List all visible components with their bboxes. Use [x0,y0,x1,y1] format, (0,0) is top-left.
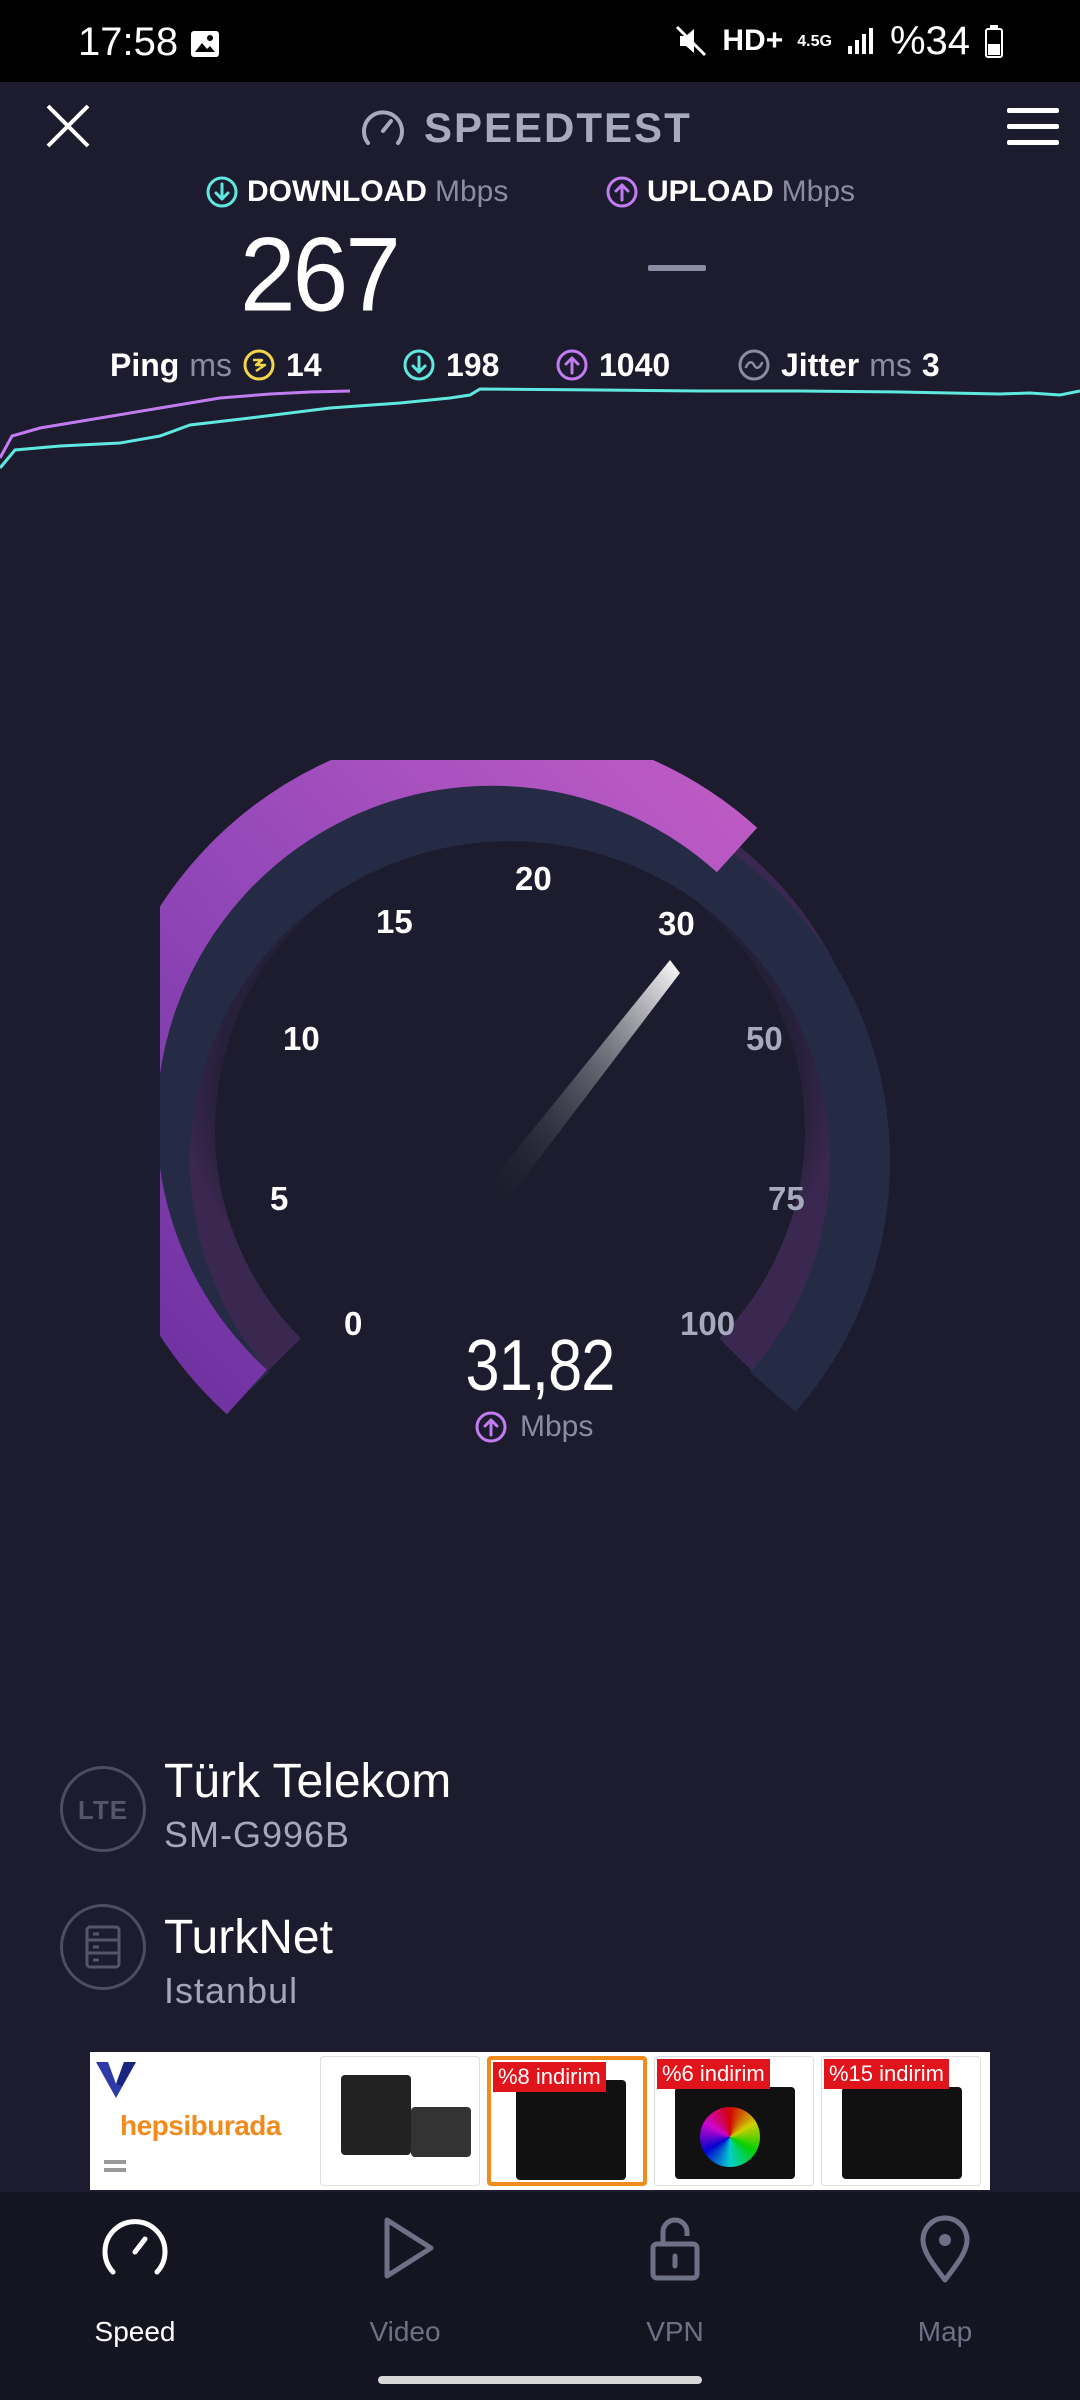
brand-logo-icon [96,2062,136,2098]
ad-menu-icon [104,2160,126,2172]
server-location: Istanbul [164,1970,299,2011]
ad-product-4[interactable]: %15 indirim [821,2056,981,2186]
upload-ping-icon [556,349,588,381]
tick-15: 15 [376,903,413,940]
status-time: 17:58 [78,20,179,64]
nav-map[interactable]: Map [855,2212,1035,2347]
download-graph-line [0,387,1080,469]
ad-product-2-badge: %8 indirim [493,2062,606,2092]
nav-video-label: Video [369,2316,441,2347]
speedometer-icon [102,2219,168,2275]
nav-speed[interactable]: Speed [45,2212,225,2347]
lte-icon: LTE [60,1766,146,1852]
gauge-current-value: 31,82 [465,1326,616,1406]
app-title: SPEEDTEST [424,104,692,151]
upload-arrow-icon [475,1411,507,1443]
download-ping-icon [403,349,435,381]
upload-unit: Mbps [781,175,856,208]
carrier-name: Türk Telekom [164,1755,452,1808]
play-icon [384,2217,434,2279]
ad-product-4-badge: %15 indirim [824,2059,949,2089]
upload-heading: UPLOAD Mbps [605,172,855,212]
bottom-navigation: Speed Video VPN Map [0,2192,1080,2352]
map-pin-icon [920,2215,970,2283]
unlock-icon [650,2217,700,2281]
mute-icon [676,25,707,57]
nav-speed-label: Speed [94,2316,176,2347]
menu-button[interactable] [1005,104,1061,150]
app-header: SPEEDTEST [360,100,692,156]
gauge-unit: Mbps [474,1408,593,1446]
tick-30: 30 [658,905,695,942]
download-arrow-icon [206,176,238,208]
nav-vpn-label: VPN [646,2316,704,2347]
ad-banner[interactable]: hepsiburada %8 indirim %6 indirim %15 in… [90,2052,990,2190]
upload-arrow-icon [606,176,638,208]
server-name[interactable]: TurkNet [164,1910,333,1965]
device-model: SM-G996B [164,1814,351,1855]
ad-product-3[interactable]: %6 indirim [654,2056,814,2186]
tick-100: 100 [680,1305,735,1342]
hd-voice-indicator: HD+ [722,24,784,57]
download-label: DOWNLOAD [247,175,427,208]
upload-label: UPLOAD [647,175,774,208]
jitter-icon [738,349,770,381]
tick-50: 50 [746,1020,783,1057]
close-button[interactable] [38,96,98,156]
tick-75: 75 [768,1180,805,1217]
ad-brand: hepsiburada [120,2110,281,2141]
home-indicator[interactable] [378,2376,702,2384]
download-unit: Mbps [434,175,509,208]
nav-video[interactable]: Video [315,2212,495,2347]
network-type: 4.5G [797,32,832,50]
server-icon [60,1904,146,1990]
gauge-unit-label: Mbps [520,1410,594,1443]
status-indicators: HD+ 4.5G %34 [674,16,1004,66]
gauge-needle [488,960,680,1202]
speedometer-icon [362,110,404,145]
ad-product-1[interactable] [320,2056,480,2186]
tick-20: 20 [515,860,552,897]
idle-ping-icon [243,349,275,381]
tick-10: 10 [283,1020,320,1057]
signal-icon [847,28,873,54]
ad-product-2[interactable]: %8 indirim [487,2056,647,2186]
status-bar: 17:58 HD+ 4.5G %34 [0,0,1080,82]
battery-icon [985,25,1003,58]
ad-product-3-badge: %6 indirim [657,2059,770,2089]
gallery-notification-icon [191,31,219,57]
download-heading: DOWNLOAD Mbps [205,172,508,212]
speed-graph [0,387,1080,469]
download-value: 267 [240,216,401,334]
tick-0: 0 [344,1305,362,1342]
nav-map-label: Map [917,2316,973,2347]
tick-5: 5 [270,1180,288,1217]
nav-vpn[interactable]: VPN [585,2212,765,2347]
battery-percent: %34 [889,18,970,63]
upload-value-placeholder [648,265,706,271]
